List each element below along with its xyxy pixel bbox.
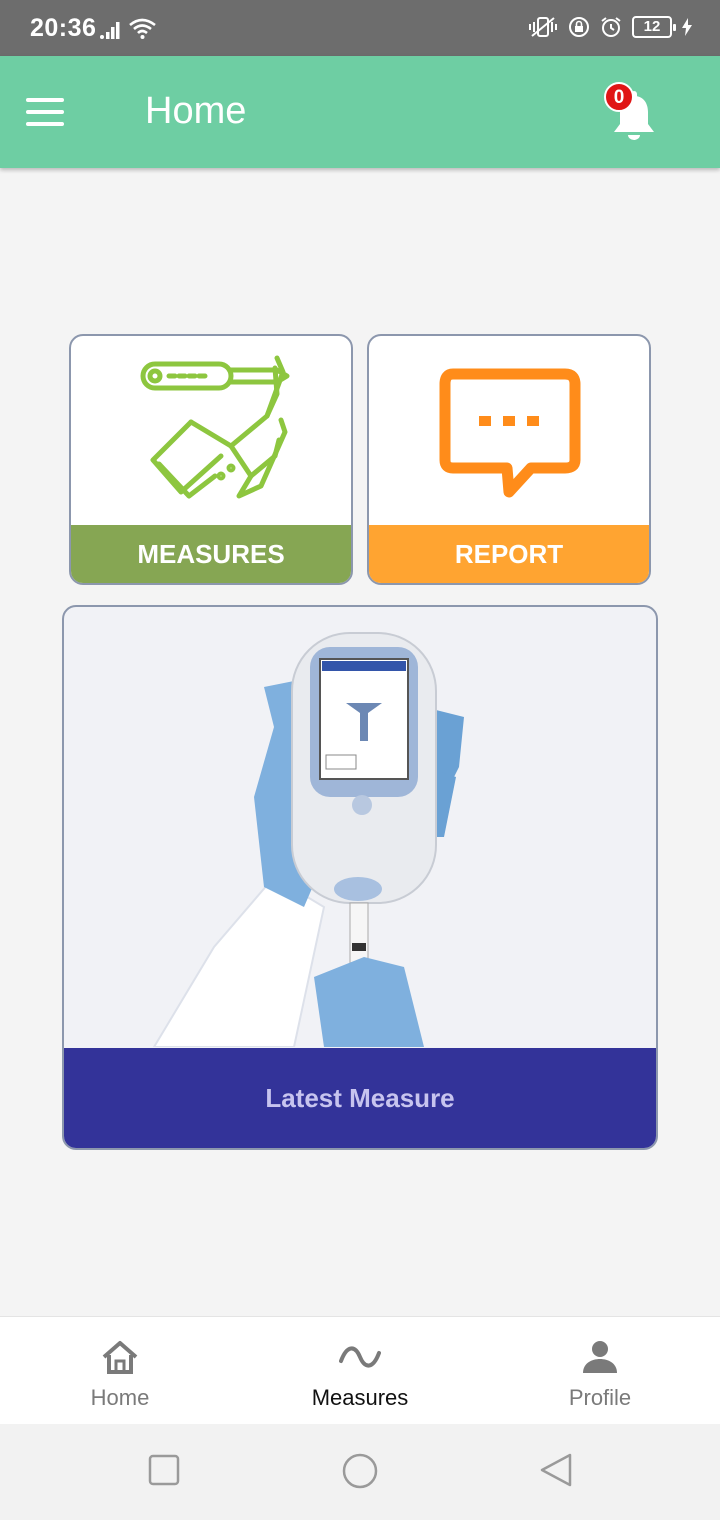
status-left-icons (100, 18, 158, 40)
measures-card[interactable]: MEASURES (69, 334, 353, 585)
report-card-label: REPORT (369, 525, 649, 583)
status-time: 20:36 (30, 14, 97, 42)
menu-line (26, 110, 64, 114)
page-title: Home (145, 90, 247, 132)
status-bar: 20:36 12 (0, 0, 720, 56)
notifications-button[interactable]: 0 (604, 82, 660, 144)
signal-icon (100, 22, 120, 39)
nav-item-profile[interactable]: Profile (480, 1317, 720, 1424)
recents-button[interactable] (148, 1454, 180, 1486)
nav-item-measures[interactable]: Measures (240, 1317, 480, 1424)
system-navigation-bar (0, 1424, 720, 1520)
app-bar: Home 0 (0, 56, 720, 168)
bottom-navigation: Home Measures Profile (0, 1316, 720, 1424)
home-system-button[interactable] (341, 1452, 379, 1490)
chat-bubble-icon (439, 368, 581, 498)
status-right-icons: 12 (528, 16, 692, 38)
alarm-icon (601, 17, 621, 37)
back-button[interactable] (538, 1452, 574, 1488)
vibrate-icon (529, 17, 557, 37)
nav-label-home: Home (90, 1385, 150, 1410)
lock-rotation-icon (569, 17, 589, 37)
person-icon (583, 1341, 617, 1373)
wifi-icon (129, 18, 156, 39)
nav-item-home[interactable]: Home (0, 1317, 240, 1424)
wave-icon (339, 1346, 381, 1368)
home-icon (102, 1341, 138, 1374)
notification-badge: 0 (604, 82, 634, 112)
nav-label-measures: Measures (311, 1385, 409, 1410)
battery-indicator: 12 (632, 16, 676, 38)
measures-card-label: MEASURES (71, 525, 351, 583)
menu-line (26, 98, 64, 102)
nav-label-profile: Profile (568, 1385, 632, 1410)
latest-measure-card[interactable]: Latest Measure (62, 605, 658, 1150)
charging-icon (682, 18, 692, 36)
glucose-meter-image (152, 632, 464, 1047)
latest-measure-label: Latest Measure (64, 1048, 656, 1148)
menu-line (26, 122, 64, 126)
report-card[interactable]: REPORT (367, 334, 651, 585)
thermometer-hand-icon (140, 355, 290, 499)
menu-button[interactable] (26, 98, 64, 128)
